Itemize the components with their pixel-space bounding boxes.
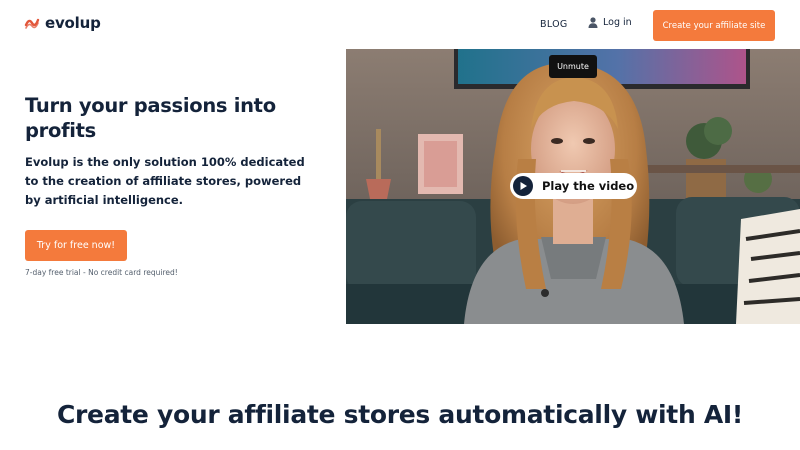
play-video-label: Play the video	[542, 179, 635, 193]
user-icon	[588, 17, 598, 28]
hero-description: Evolup is the only solution 100% dedicat…	[25, 155, 305, 207]
logo-link[interactable]: evolup	[24, 14, 101, 32]
evolup-logo-icon	[24, 18, 40, 29]
unmute-button[interactable]: Unmute	[549, 55, 597, 78]
play-icon	[513, 176, 533, 196]
section-title: Create your affiliate stores automatical…	[56, 400, 744, 429]
create-affiliate-site-button[interactable]: Create your affiliate site	[653, 10, 775, 41]
hero-video[interactable]: Unmute Play the video	[346, 49, 800, 324]
trial-note: 7-day free trial - No credit card requir…	[25, 268, 178, 277]
logo-text: evolup	[45, 14, 101, 32]
site-header: evolup BLOG Log in Create your affiliate…	[0, 0, 800, 50]
play-video-button[interactable]: Play the video	[510, 173, 637, 199]
nav-login-label: Log in	[603, 17, 632, 28]
nav-login-link[interactable]: Log in	[588, 17, 632, 28]
try-free-button[interactable]: Try for free now!	[25, 230, 127, 261]
nav-blog-link[interactable]: BLOG	[540, 19, 568, 30]
hero-title: Turn your passions into profits	[25, 94, 276, 142]
